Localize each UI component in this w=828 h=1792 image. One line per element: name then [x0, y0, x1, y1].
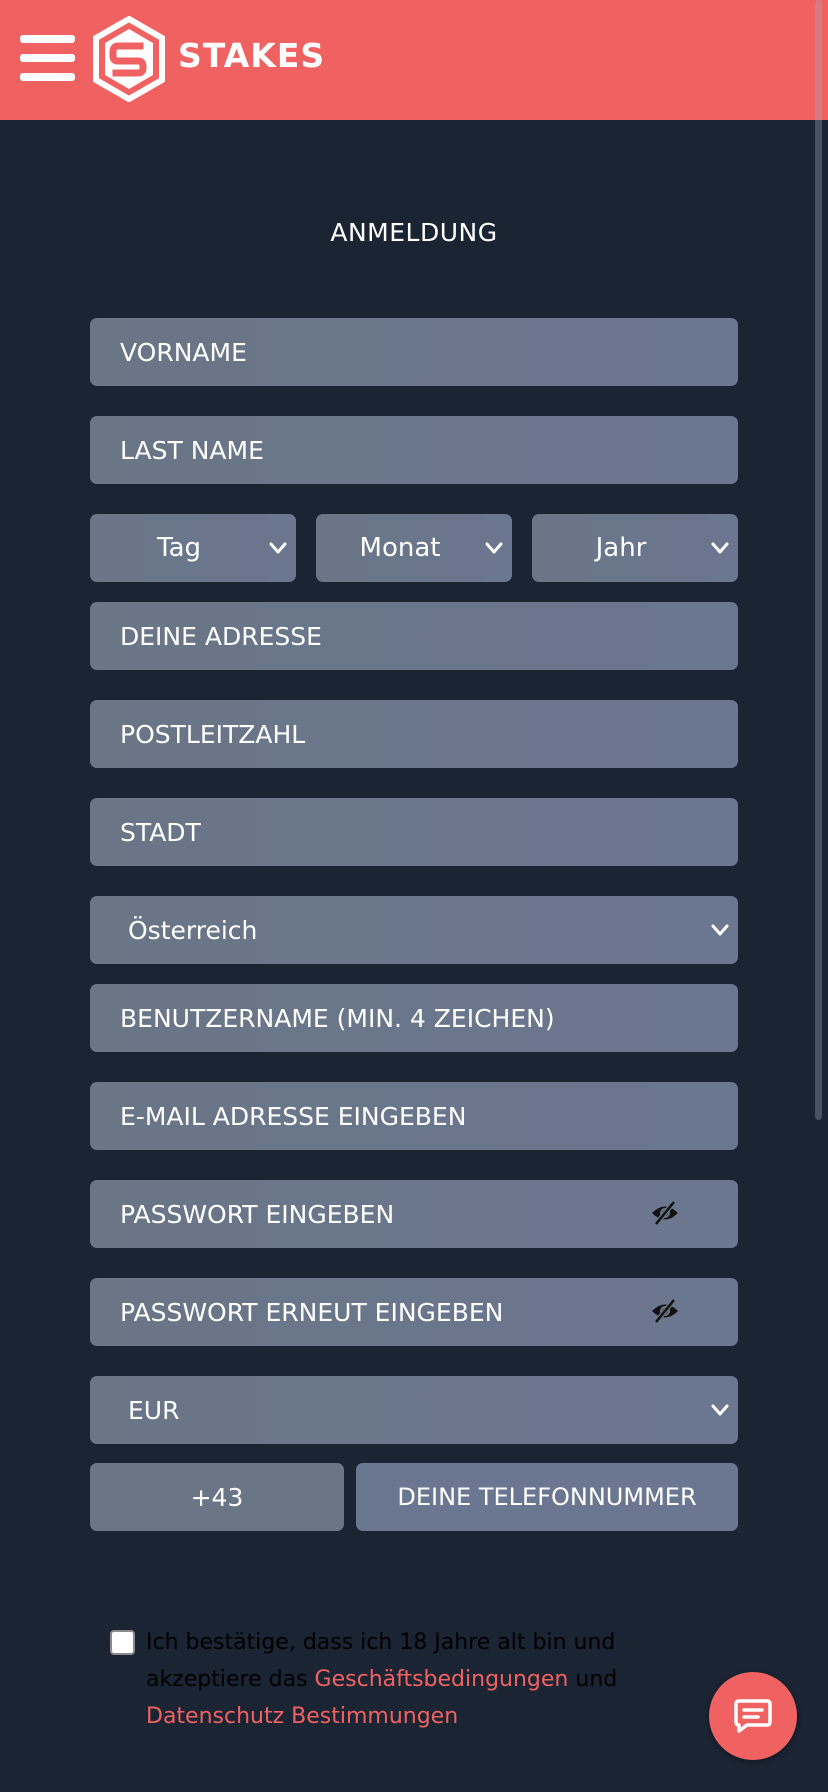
password-input[interactable]: PASSWORT EINGEBEN [90, 1180, 738, 1248]
consent-connector: und [575, 1667, 618, 1692]
page-scrollbar[interactable] [815, 0, 822, 1120]
address-input[interactable]: DEINE ADRESSE [90, 602, 738, 670]
chevron-down-icon [711, 1404, 729, 1416]
postal-code-input[interactable]: POSTLEITZAHL [90, 700, 738, 768]
brand-name[interactable]: STAKES [178, 36, 325, 75]
chevron-down-icon [269, 542, 287, 554]
consent-text: Ich bestätige, dass ich 18 Jahre alt bin… [146, 1624, 726, 1735]
chat-button[interactable] [709, 1672, 797, 1760]
dob-month-select[interactable]: Monat [316, 514, 512, 582]
password-placeholder: PASSWORT EINGEBEN [120, 1199, 395, 1229]
phone-code-value: +43 [190, 1482, 244, 1512]
currency-select[interactable]: EUR [90, 1376, 738, 1444]
last-name-input[interactable]: LAST NAME [90, 416, 738, 484]
first-name-placeholder: VORNAME [120, 337, 247, 367]
username-input[interactable]: BENUTZERNAME (MIN. 4 ZEICHEN) [90, 984, 738, 1052]
password-repeat-input[interactable]: PASSWORT ERNEUT EINGEBEN [90, 1278, 738, 1346]
email-placeholder: E-MAIL ADRESSE EINGEBEN [120, 1101, 467, 1131]
eye-slash-icon[interactable] [650, 1200, 680, 1226]
email-input[interactable]: E-MAIL ADRESSE EINGEBEN [90, 1082, 738, 1150]
chevron-down-icon [711, 924, 729, 936]
chevron-down-icon [485, 542, 503, 554]
page-title: ANMELDUNG [330, 218, 498, 247]
phone-number-input[interactable]: DEINE TELEFONNUMMER [356, 1463, 738, 1531]
dob-month-label: Monat [359, 533, 441, 563]
privacy-link[interactable]: Datenschutz Bestimmungen [146, 1704, 458, 1729]
first-name-input[interactable]: VORNAME [90, 318, 738, 386]
chevron-down-icon [711, 542, 729, 554]
stakes-logo-icon[interactable] [93, 16, 165, 102]
terms-link[interactable]: Geschäftsbedingungen [315, 1667, 569, 1692]
dob-year-select[interactable]: Jahr [532, 514, 738, 582]
city-input[interactable]: STADT [90, 798, 738, 866]
city-placeholder: STADT [120, 817, 201, 847]
dob-day-label: Tag [156, 533, 201, 563]
currency-selected-value: EUR [128, 1395, 180, 1425]
dob-day-select[interactable]: Tag [90, 514, 296, 582]
password-repeat-placeholder: PASSWORT ERNEUT EINGEBEN [120, 1297, 504, 1327]
top-bar: STAKES [0, 0, 828, 120]
username-placeholder: BENUTZERNAME (MIN. 4 ZEICHEN) [120, 1003, 555, 1033]
phone-country-code[interactable]: +43 [90, 1463, 344, 1531]
dob-year-label: Jahr [595, 533, 647, 563]
phone-placeholder: DEINE TELEFONNUMMER [397, 1483, 697, 1511]
age-terms-checkbox[interactable] [110, 1630, 135, 1655]
postal-code-placeholder: POSTLEITZAHL [120, 719, 306, 749]
last-name-placeholder: LAST NAME [120, 435, 264, 465]
country-select[interactable]: Österreich [90, 896, 738, 964]
country-selected-value: Österreich [128, 915, 258, 945]
address-placeholder: DEINE ADRESSE [120, 621, 322, 651]
chat-icon [734, 1699, 772, 1733]
hamburger-menu-icon[interactable] [20, 35, 75, 81]
eye-slash-icon[interactable] [650, 1298, 680, 1324]
